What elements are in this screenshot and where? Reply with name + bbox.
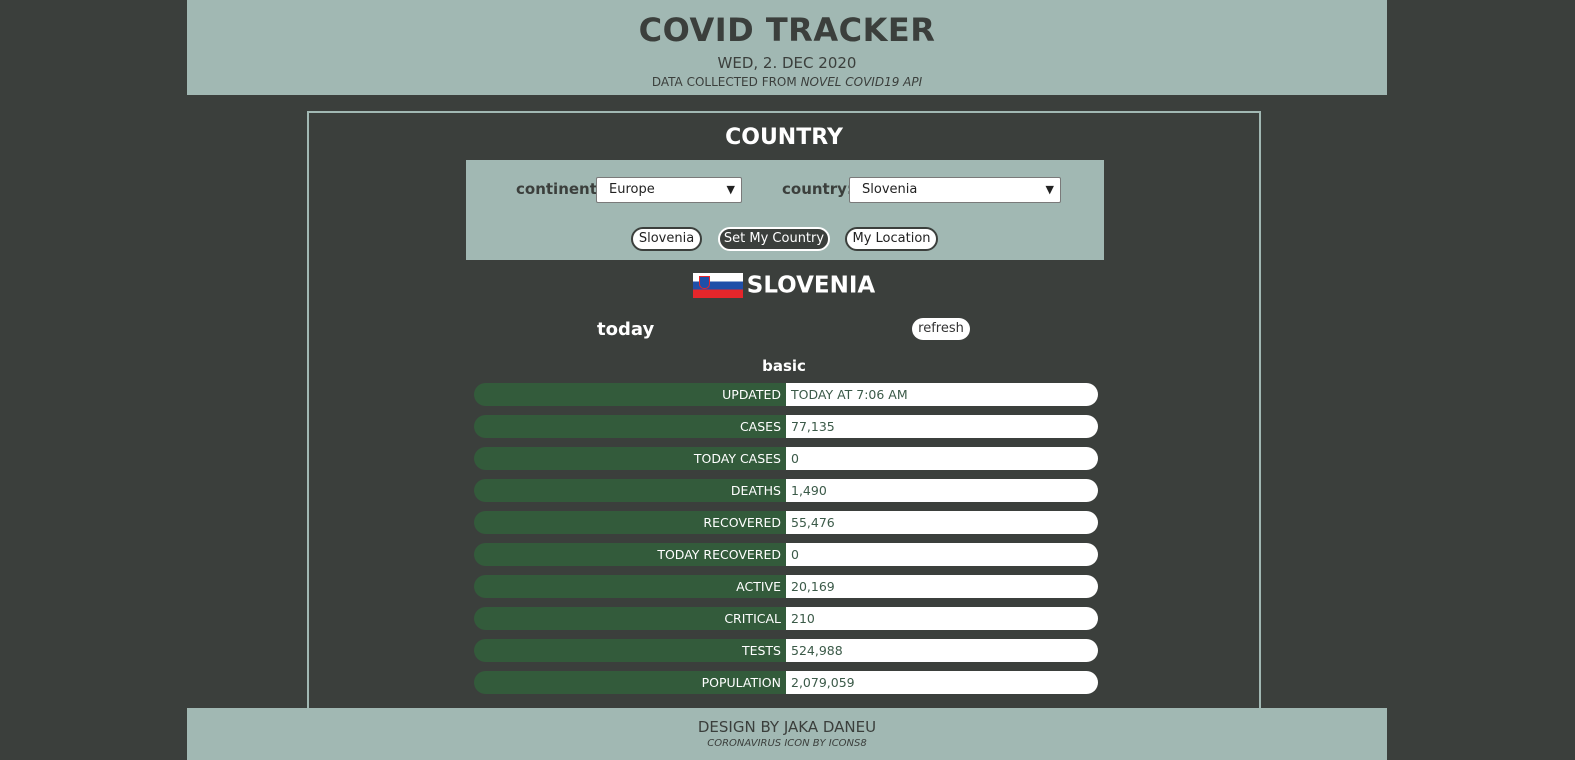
current-date: WED, 2. DEC 2020	[717, 54, 857, 72]
page-footer: DESIGN BY JAKA DANEU CORONAVIRUS ICON BY…	[187, 708, 1387, 760]
stat-label: DEATHS	[474, 479, 786, 502]
data-source-name: NOVEL COVID19 API	[800, 75, 923, 89]
page-header: COVID TRACKER WED, 2. DEC 2020 DATA COLL…	[187, 0, 1387, 95]
stat-value: 55,476	[786, 511, 1098, 534]
refresh-button[interactable]: refresh	[912, 318, 970, 340]
slovenia-flag-icon	[692, 273, 743, 298]
stat-label: TODAY RECOVERED	[474, 543, 786, 566]
stat-value: 0	[786, 447, 1098, 470]
stat-value: 524,988	[786, 639, 1098, 662]
chevron-down-icon: ▼	[1045, 183, 1054, 196]
stat-row: POPULATION 2,079,059	[474, 671, 1098, 694]
stat-row: TESTS 524,988	[474, 639, 1098, 662]
continent-label: continent:	[516, 180, 603, 198]
stat-row: CRITICAL 210	[474, 607, 1098, 630]
stat-value: 0	[786, 543, 1098, 566]
country-name: SLOVENIA	[746, 272, 876, 299]
continent-select-value: Europe	[609, 182, 655, 197]
stat-value: 20,169	[786, 575, 1098, 598]
country-selector: continent: Europe ▼ country: Slovenia ▼ …	[466, 160, 1104, 260]
continent-select[interactable]: Europe ▼	[596, 177, 742, 203]
stat-label: TESTS	[474, 639, 786, 662]
set-my-country-button[interactable]: Set My Country	[718, 227, 830, 251]
stat-row: DEATHS 1,490	[474, 479, 1098, 502]
stat-value: TODAY AT 7:06 AM	[786, 383, 1098, 406]
country-panel: COUNTRY continent: Europe ▼ country: Slo…	[307, 111, 1261, 711]
stats-table: UPDATED TODAY AT 7:06 AM CASES 77,135 TODA…	[474, 383, 1098, 703]
data-source-prefix: DATA COLLECTED FROM	[651, 75, 801, 89]
stat-label: RECOVERED	[474, 511, 786, 534]
stat-value: 210	[786, 607, 1098, 630]
stat-label: CRITICAL	[474, 607, 786, 630]
stat-value: 77,135	[786, 415, 1098, 438]
country-select-value: Slovenia	[862, 182, 918, 197]
stat-row: ACTIVE 20,169	[474, 575, 1098, 598]
page-title: COVID TRACKER	[638, 11, 936, 49]
home-country-button[interactable]: Slovenia	[631, 227, 702, 251]
stat-label: ACTIVE	[474, 575, 786, 598]
stat-value: 2,079,059	[786, 671, 1098, 694]
stat-row: TODAY CASES 0	[474, 447, 1098, 470]
today-heading: today	[597, 319, 655, 340]
stat-row: RECOVERED 55,476	[474, 511, 1098, 534]
stat-row: TODAY RECOVERED 0	[474, 543, 1098, 566]
country-select[interactable]: Slovenia ▼	[849, 177, 1061, 203]
stat-label: CASES	[474, 415, 786, 438]
data-source: DATA COLLECTED FROM NOVEL COVID19 API	[187, 75, 1387, 89]
chevron-down-icon: ▼	[726, 183, 735, 196]
country-heading: SLOVENIA	[309, 272, 1259, 302]
my-location-button[interactable]: My Location	[845, 227, 938, 251]
section-heading-basic: basic	[762, 357, 806, 375]
stat-row: UPDATED TODAY AT 7:06 AM	[474, 383, 1098, 406]
country-label: country:	[782, 180, 853, 198]
stat-label: UPDATED	[474, 383, 786, 406]
stat-row: CASES 77,135	[474, 415, 1098, 438]
stat-label: POPULATION	[474, 671, 786, 694]
panel-title: COUNTRY	[725, 125, 843, 150]
design-credit: DESIGN BY JAKA DANEU	[697, 718, 877, 736]
stat-value: 1,490	[786, 479, 1098, 502]
stat-label: TODAY CASES	[474, 447, 786, 470]
icon-credit: CORONAVIRUS ICON BY ICONS8	[707, 738, 867, 749]
